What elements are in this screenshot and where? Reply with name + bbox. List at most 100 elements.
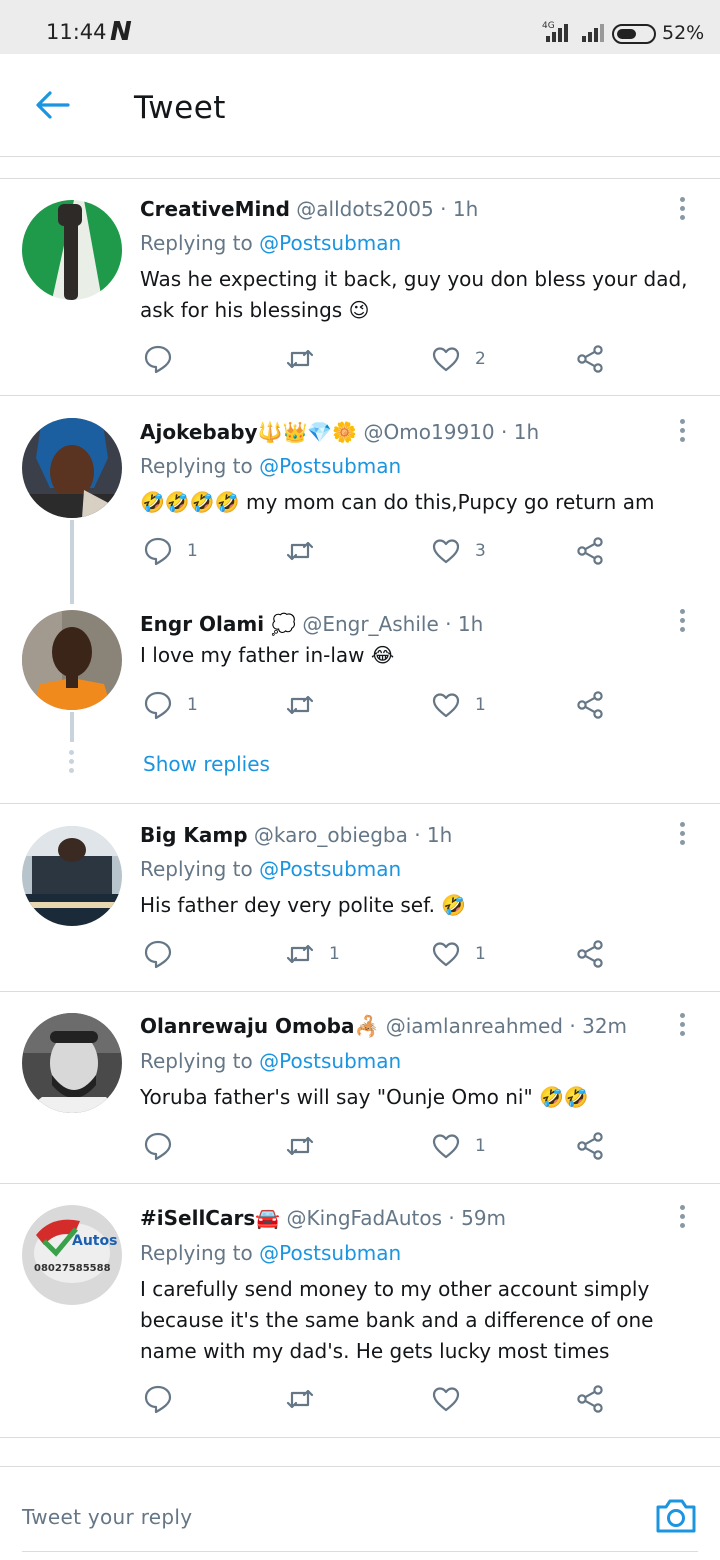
like-count: 3 bbox=[475, 541, 486, 561]
avatar[interactable] bbox=[22, 200, 122, 300]
replying-to-mention[interactable]: @Postsubman bbox=[259, 231, 401, 255]
reply-icon bbox=[144, 537, 172, 566]
like-button[interactable]: 1 bbox=[431, 1128, 486, 1164]
tweet-actions: 1 bbox=[0, 1128, 720, 1164]
page-title: Tweet bbox=[134, 90, 226, 126]
user-handle[interactable]: @karo_obiegba bbox=[254, 823, 408, 847]
retweet-count: 1 bbox=[329, 944, 340, 964]
tweet-time: · 1h bbox=[414, 823, 453, 847]
status-bar: 11:44 N 4G 52% bbox=[0, 0, 720, 54]
signal-icon bbox=[544, 24, 570, 42]
tweet-time: · 32m bbox=[569, 1014, 628, 1038]
more-options-icon[interactable] bbox=[679, 197, 687, 223]
more-options-icon[interactable] bbox=[679, 822, 687, 848]
display-name[interactable]: CreativeMind bbox=[140, 197, 290, 221]
user-handle[interactable]: @Engr_Ashile bbox=[302, 612, 438, 636]
reply-button[interactable] bbox=[143, 1128, 187, 1164]
avatar[interactable] bbox=[22, 418, 122, 518]
reply-button[interactable]: 1 bbox=[143, 687, 198, 723]
replying-to-mention[interactable]: @Postsubman bbox=[259, 1241, 401, 1265]
thread-connector bbox=[70, 520, 74, 604]
like-button[interactable]: 1 bbox=[431, 936, 486, 972]
user-handle[interactable]: @iamlanreahmed bbox=[386, 1014, 563, 1038]
display-name[interactable]: Ajokebaby🔱👑💎🌼 bbox=[140, 420, 357, 444]
more-options-icon[interactable] bbox=[679, 1013, 687, 1039]
reply-icon bbox=[144, 1132, 172, 1161]
reply-icon bbox=[144, 345, 172, 374]
like-count: 1 bbox=[475, 695, 486, 715]
more-options-icon[interactable] bbox=[679, 609, 687, 635]
retweet-icon bbox=[286, 695, 314, 715]
tweet-actions bbox=[0, 1381, 720, 1417]
reply-input[interactable]: Tweet your reply bbox=[22, 1505, 192, 1529]
tweet-author: CreativeMind @alldots2005 · 1h bbox=[140, 197, 478, 221]
back-arrow-icon[interactable] bbox=[34, 90, 70, 120]
replying-to-label: Replying to bbox=[140, 454, 253, 478]
replying-to-mention[interactable]: @Postsubman bbox=[259, 1049, 401, 1073]
battery-percent: 52% bbox=[662, 22, 705, 44]
tweet-time: · 1h bbox=[501, 420, 540, 444]
share-button[interactable] bbox=[575, 1381, 605, 1417]
tweet-actions: 1 1 bbox=[0, 687, 720, 723]
user-handle[interactable]: @KingFadAutos bbox=[287, 1206, 443, 1230]
retweet-button[interactable] bbox=[285, 687, 329, 723]
share-button[interactable] bbox=[575, 533, 605, 569]
battery-icon bbox=[612, 24, 656, 44]
reply-icon bbox=[144, 940, 172, 969]
retweet-icon bbox=[286, 349, 314, 369]
share-button[interactable] bbox=[575, 687, 605, 723]
reply-button[interactable] bbox=[143, 1381, 187, 1417]
share-button[interactable] bbox=[575, 1128, 605, 1164]
reply-icon bbox=[144, 691, 172, 720]
like-count: 2 bbox=[475, 349, 486, 369]
display-name[interactable]: Olanrewaju Omoba🦂 bbox=[140, 1014, 379, 1038]
replying-to: Replying to @Postsubman bbox=[140, 857, 401, 881]
share-button[interactable] bbox=[575, 936, 605, 972]
share-icon bbox=[577, 940, 603, 968]
reply-icon bbox=[144, 1385, 172, 1414]
retweet-button[interactable] bbox=[285, 1128, 329, 1164]
show-replies-link[interactable]: Show replies bbox=[143, 752, 270, 776]
divider bbox=[0, 178, 720, 179]
tweet-text: I carefully send money to my other accou… bbox=[140, 1277, 654, 1363]
avatar[interactable]: Autos 08027585588 bbox=[22, 1205, 122, 1305]
avatar[interactable] bbox=[22, 826, 122, 926]
display-name[interactable]: #iSellCars🚘 bbox=[140, 1206, 280, 1230]
more-options-icon[interactable] bbox=[679, 1205, 687, 1231]
heart-icon bbox=[432, 1387, 460, 1412]
retweet-button[interactable]: 1 bbox=[285, 936, 340, 972]
like-count: 1 bbox=[475, 944, 486, 964]
tweet-author: Big Kamp @karo_obiegba · 1h bbox=[140, 823, 452, 847]
like-button[interactable] bbox=[431, 1381, 475, 1417]
replying-to-label: Replying to bbox=[140, 1049, 253, 1073]
avatar[interactable] bbox=[22, 1013, 122, 1113]
like-button[interactable]: 2 bbox=[431, 341, 486, 377]
tweet-text: Was he expecting it back, guy you don bl… bbox=[140, 267, 688, 322]
retweet-icon bbox=[286, 1389, 314, 1409]
replying-to-mention[interactable]: @Postsubman bbox=[259, 857, 401, 881]
user-handle[interactable]: @Omo19910 bbox=[364, 420, 495, 444]
user-handle[interactable]: @alldots2005 bbox=[296, 197, 433, 221]
retweet-button[interactable] bbox=[285, 533, 329, 569]
retweet-button[interactable] bbox=[285, 1381, 329, 1417]
more-options-icon[interactable] bbox=[679, 419, 687, 445]
like-button[interactable]: 3 bbox=[431, 533, 486, 569]
retweet-button[interactable] bbox=[285, 341, 329, 377]
tweet-actions: 1 1 bbox=[0, 936, 720, 972]
camera-icon[interactable] bbox=[654, 1497, 698, 1535]
display-name[interactable]: Big Kamp bbox=[140, 823, 248, 847]
share-button[interactable] bbox=[575, 341, 605, 377]
display-name[interactable]: Engr Olami 💭 bbox=[140, 612, 296, 636]
reply-button[interactable] bbox=[143, 936, 187, 972]
heart-icon bbox=[432, 1134, 460, 1159]
signal-icon-2 bbox=[580, 24, 606, 42]
like-button[interactable]: 1 bbox=[431, 687, 486, 723]
replying-to-mention[interactable]: @Postsubman bbox=[259, 454, 401, 478]
share-icon bbox=[577, 537, 603, 565]
heart-icon bbox=[432, 942, 460, 967]
like-count: 1 bbox=[475, 1136, 486, 1156]
reply-button[interactable] bbox=[143, 341, 187, 377]
reply-button[interactable]: 1 bbox=[143, 533, 198, 569]
divider bbox=[0, 1437, 720, 1438]
thread-more-dots bbox=[69, 750, 75, 777]
